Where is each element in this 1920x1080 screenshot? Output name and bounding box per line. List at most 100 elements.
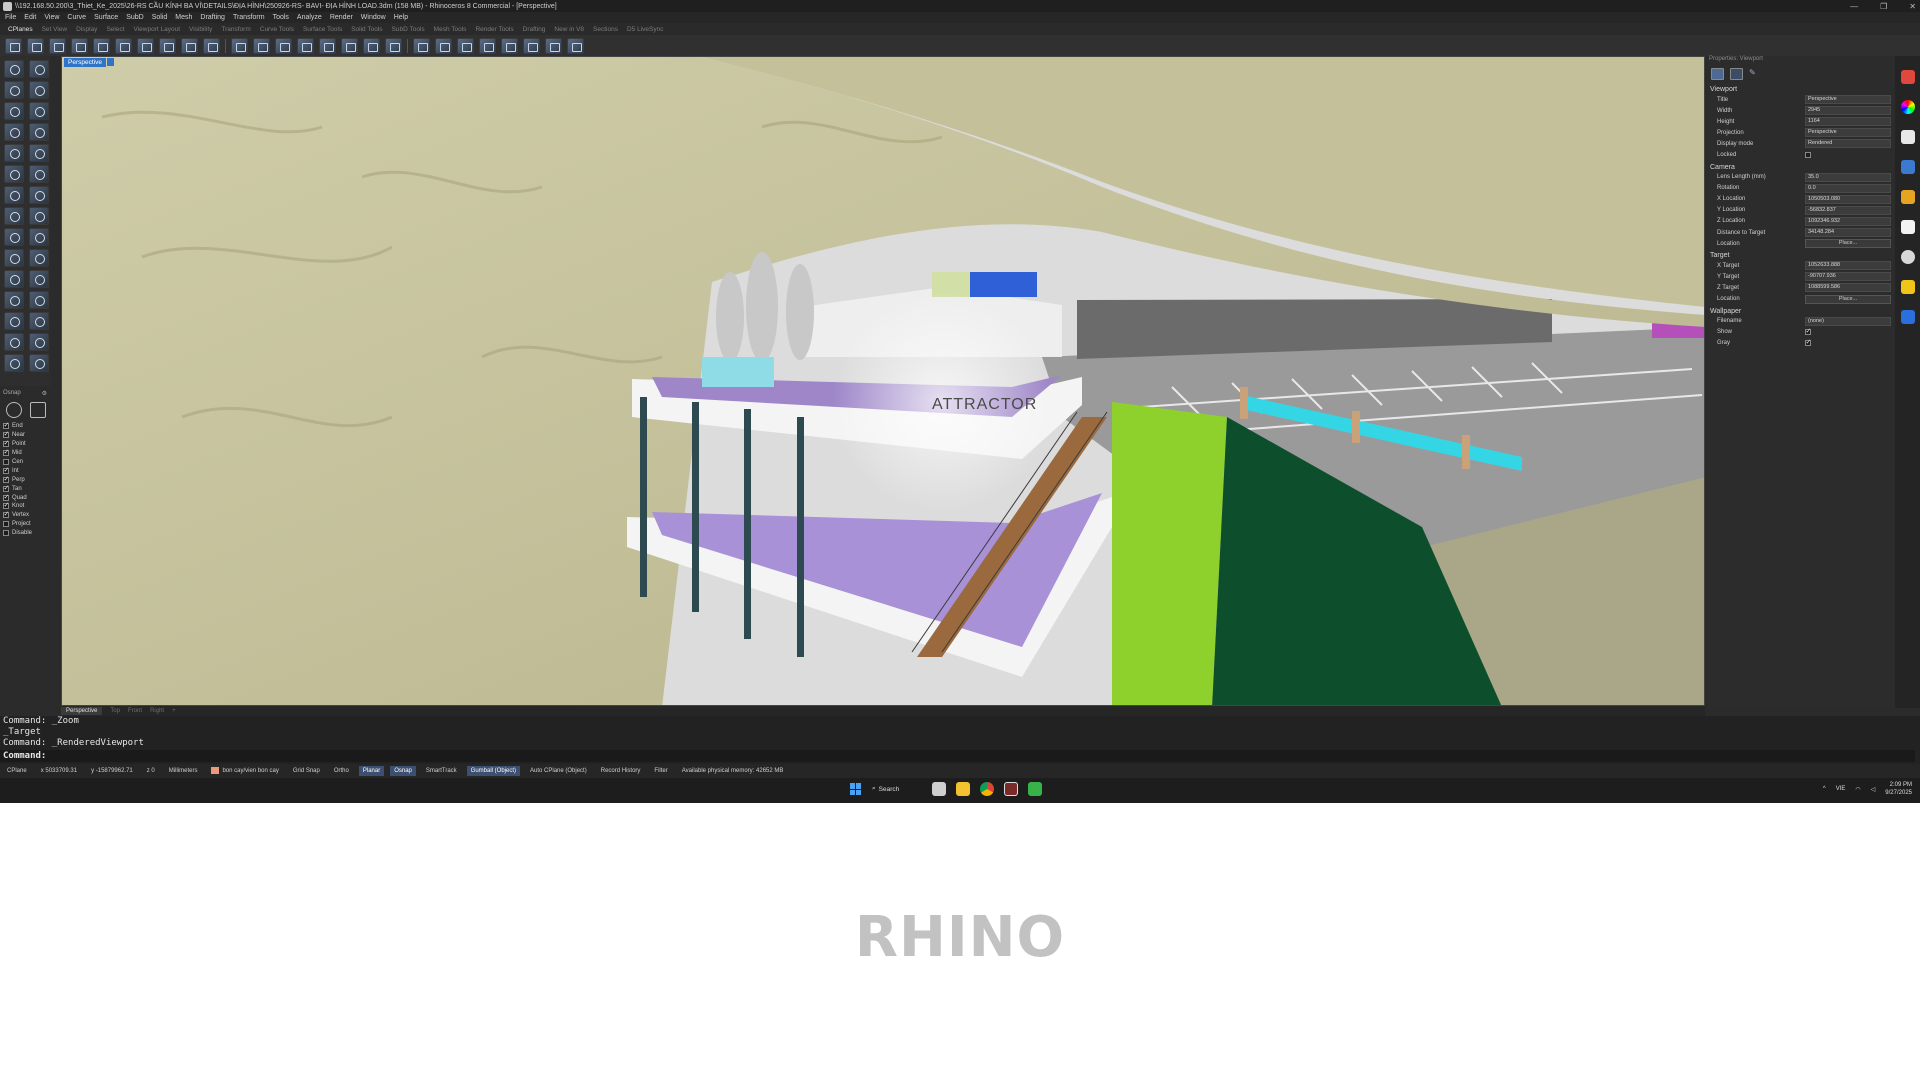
sidebar-tool-icon[interactable] <box>29 207 49 225</box>
osnap-project[interactable]: Project <box>3 520 47 529</box>
toolbar-tool-icon[interactable] <box>137 37 154 54</box>
chrome-icon[interactable] <box>980 782 994 796</box>
osnap-perp[interactable]: Perp <box>3 475 47 484</box>
status-toggle-filter[interactable]: Filter <box>647 768 674 774</box>
toolbar-tool-icon[interactable] <box>363 37 380 54</box>
osnap-vertex[interactable]: Vertex <box>3 510 47 520</box>
units-label[interactable]: Millimeters <box>162 768 205 774</box>
sidebar-tool-icon[interactable] <box>4 186 24 204</box>
sidebar-tool-icon[interactable] <box>4 60 24 78</box>
sidebar-tool-icon[interactable] <box>4 354 24 372</box>
rhino-taskbar-icon[interactable] <box>1004 782 1018 796</box>
osnap-mid[interactable]: Mid <box>3 448 47 458</box>
blocks-icon[interactable] <box>1900 280 1915 294</box>
maximize-icon[interactable]: ❐ <box>1880 2 1887 11</box>
menu-item-window[interactable]: Window <box>361 14 386 21</box>
command-prompt-input[interactable]: Command: <box>0 750 1915 762</box>
sidebar-tool-icon[interactable] <box>29 270 49 288</box>
osnap-end[interactable]: End <box>3 421 47 431</box>
app-6-icon[interactable] <box>1028 782 1042 796</box>
place-button[interactable]: Place... <box>1805 294 1891 304</box>
sidebar-tool-icon[interactable] <box>29 249 49 267</box>
osnap-checkbox[interactable] <box>3 430 9 439</box>
osnap-point[interactable]: Point <box>3 439 47 449</box>
tab-display[interactable]: Display <box>76 26 97 33</box>
current-layer[interactable]: bon cay/vien bon cay <box>204 767 285 775</box>
toolbar-tool-icon[interactable] <box>115 37 132 54</box>
sidebar-tool-icon[interactable] <box>29 60 49 78</box>
layers-icon[interactable] <box>1900 70 1915 84</box>
menu-item-view[interactable]: View <box>44 14 59 21</box>
toolbar-tool-icon[interactable] <box>159 37 176 54</box>
menu-item-edit[interactable]: Edit <box>24 14 36 21</box>
taskbar-search[interactable]: ⌕ Search <box>872 782 922 796</box>
menu-item-curve[interactable]: Curve <box>67 14 86 21</box>
toolbar-tool-icon[interactable] <box>341 37 358 54</box>
tab-visibility[interactable]: Visibility <box>189 26 212 33</box>
tab-solid-tools[interactable]: Solid Tools <box>351 26 382 33</box>
property-field[interactable]: 35.0 <box>1805 172 1891 182</box>
property-field[interactable]: -90707.936 <box>1805 272 1891 282</box>
tab-set-view[interactable]: Set View <box>42 26 68 33</box>
toolbar-tool-icon[interactable] <box>567 37 584 54</box>
status-toggle-record-history[interactable]: Record History <box>594 768 648 774</box>
chevron-up-icon[interactable]: ^ <box>1823 786 1826 792</box>
task-view-icon[interactable] <box>932 782 946 796</box>
sidebar-tool-icon[interactable] <box>4 333 24 351</box>
property-field[interactable]: 1088599.586 <box>1805 283 1891 293</box>
filter-icon[interactable] <box>30 402 46 418</box>
property-checkbox[interactable] <box>1805 327 1811 336</box>
sidebar-tool-icon[interactable] <box>4 270 24 288</box>
osnap-checkbox[interactable] <box>3 510 9 519</box>
tab-cplanes[interactable]: CPlanes <box>8 26 33 33</box>
osnap-knot[interactable]: Knot <box>3 501 47 511</box>
viewport-tab-right[interactable]: Right <box>150 708 164 714</box>
sidebar-tool-icon[interactable] <box>4 81 24 99</box>
sidebar-tool-icon[interactable] <box>29 102 49 120</box>
tab-viewport-layout[interactable]: Viewport Layout <box>134 26 181 33</box>
target-icon[interactable] <box>6 402 22 418</box>
osnap-int[interactable]: Int <box>3 466 47 475</box>
sidebar-tool-icon[interactable] <box>29 312 49 330</box>
wifi-icon[interactable]: ◠ <box>1855 786 1860 793</box>
osnap-checkbox[interactable] <box>3 501 9 510</box>
property-field[interactable]: Rendered <box>1805 139 1891 149</box>
property-field[interactable]: 1164 <box>1805 117 1891 127</box>
property-field[interactable]: 0.0 <box>1805 183 1891 193</box>
status-toggle-auto-cplane-object[interactable]: Auto CPlane (Object) <box>523 768 594 774</box>
property-checkbox[interactable] <box>1805 338 1811 347</box>
cplane-label[interactable]: CPlane <box>0 768 34 774</box>
menu-item-subd[interactable]: SubD <box>126 14 144 21</box>
tab-render-tools[interactable]: Render Tools <box>475 26 513 33</box>
document-icon[interactable] <box>1900 220 1915 234</box>
display-icon[interactable] <box>1900 130 1915 144</box>
osnap-cen[interactable]: Cen <box>3 458 47 467</box>
toolbar-tool-icon[interactable] <box>545 37 562 54</box>
sidebar-tool-icon[interactable] <box>29 186 49 204</box>
menu-item-analyze[interactable]: Analyze <box>297 14 322 21</box>
property-field[interactable]: (none) <box>1805 316 1891 326</box>
menu-item-solid[interactable]: Solid <box>152 14 168 21</box>
toolbar-tool-icon[interactable] <box>413 37 430 54</box>
status-toggle-smarttrack[interactable]: SmartTrack <box>419 768 464 774</box>
property-checkbox[interactable] <box>1805 152 1811 159</box>
render-icon[interactable] <box>1900 190 1915 204</box>
status-toggle-planar[interactable]: Planar <box>358 766 385 776</box>
tab-surface-tools[interactable]: Surface Tools <box>303 26 342 33</box>
menu-item-mesh[interactable]: Mesh <box>175 14 192 21</box>
osnap-checkbox[interactable] <box>3 521 9 528</box>
toolbar-tool-icon[interactable] <box>231 37 248 54</box>
osnap-quad[interactable]: Quad <box>3 493 47 502</box>
viewport-tab-top[interactable]: Top <box>110 708 120 714</box>
toolbar-tool-icon[interactable] <box>435 37 452 54</box>
osnap-disable[interactable]: Disable <box>3 529 47 538</box>
menu-item-transform[interactable]: Transform <box>233 14 265 21</box>
tab-select[interactable]: Select <box>106 26 124 33</box>
close-icon[interactable]: ✕ <box>1909 2 1916 11</box>
property-field[interactable]: 1050503.080 <box>1805 194 1891 204</box>
toolbar-tool-icon[interactable] <box>49 37 66 54</box>
sidebar-tool-icon[interactable] <box>4 312 24 330</box>
property-field[interactable]: Perspective <box>1805 95 1891 105</box>
tab-drafting[interactable]: Drafting <box>523 26 546 33</box>
toolbar-tool-icon[interactable] <box>523 37 540 54</box>
